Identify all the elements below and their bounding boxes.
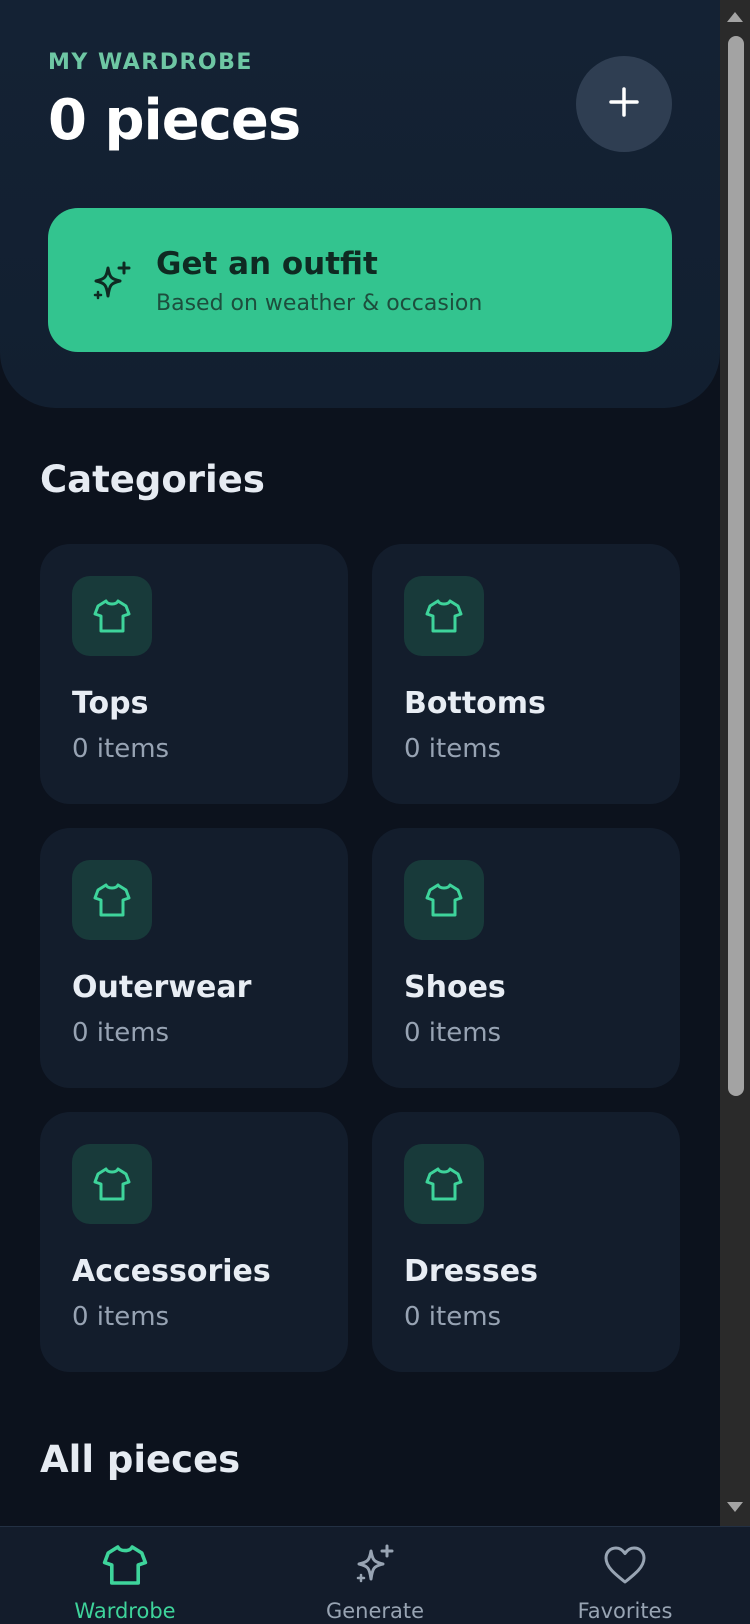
shirt-icon xyxy=(72,576,152,656)
categories-heading: Categories xyxy=(40,458,265,501)
add-piece-button[interactable] xyxy=(576,56,672,152)
scrollbar[interactable] xyxy=(720,0,750,1528)
plus-icon xyxy=(607,85,641,123)
category-count: 0 items xyxy=(404,1018,502,1048)
category-card-shoes[interactable]: Shoes 0 items xyxy=(372,828,680,1088)
category-count: 0 items xyxy=(404,1302,502,1332)
category-card-bottoms[interactable]: Bottoms 0 items xyxy=(372,544,680,804)
shirt-icon xyxy=(404,860,484,940)
category-card-outerwear[interactable]: Outerwear 0 items xyxy=(40,828,348,1088)
header-eyebrow: MY WARDROBE xyxy=(48,50,253,75)
category-count: 0 items xyxy=(404,734,502,764)
shirt-icon xyxy=(72,860,152,940)
app-screen: MY WARDROBE 0 pieces Get an outfit Based… xyxy=(0,0,720,1624)
wardrobe-header: MY WARDROBE 0 pieces Get an outfit Based… xyxy=(0,0,720,408)
scroll-up-arrow-icon[interactable] xyxy=(727,12,743,22)
sparkles-icon xyxy=(351,1541,399,1589)
shirt-icon xyxy=(404,576,484,656)
heart-icon xyxy=(601,1541,649,1589)
nav-label: Favorites xyxy=(577,1599,673,1623)
get-outfit-button[interactable]: Get an outfit Based on weather & occasio… xyxy=(48,208,672,352)
category-card-tops[interactable]: Tops 0 items xyxy=(40,544,348,804)
category-name: Shoes xyxy=(404,970,506,1005)
category-name: Bottoms xyxy=(404,686,546,721)
shirt-icon xyxy=(101,1541,149,1589)
category-name: Outerwear xyxy=(72,970,252,1005)
nav-item-favorites[interactable]: Favorites xyxy=(500,1527,750,1624)
cta-title: Get an outfit xyxy=(156,246,378,282)
category-count: 0 items xyxy=(72,734,170,764)
page-title: 0 pieces xyxy=(48,88,301,153)
bottom-navigation: Wardrobe Generate Favorites xyxy=(0,1526,750,1624)
cta-subtitle: Based on weather & occasion xyxy=(156,291,483,316)
category-name: Tops xyxy=(72,686,149,721)
category-card-accessories[interactable]: Accessories 0 items xyxy=(40,1112,348,1372)
category-count: 0 items xyxy=(72,1302,170,1332)
all-pieces-heading: All pieces xyxy=(40,1438,241,1481)
nav-label: Wardrobe xyxy=(74,1599,176,1623)
nav-item-wardrobe[interactable]: Wardrobe xyxy=(0,1527,250,1624)
scroll-down-arrow-icon[interactable] xyxy=(727,1502,743,1512)
nav-item-generate[interactable]: Generate xyxy=(250,1527,500,1624)
shirt-icon xyxy=(404,1144,484,1224)
sparkles-icon xyxy=(88,258,136,306)
scroll-thumb[interactable] xyxy=(728,36,744,1096)
nav-label: Generate xyxy=(325,1599,425,1623)
shirt-icon xyxy=(72,1144,152,1224)
category-count: 0 items xyxy=(72,1018,170,1048)
category-card-dresses[interactable]: Dresses 0 items xyxy=(372,1112,680,1372)
category-name: Accessories xyxy=(72,1254,271,1289)
category-name: Dresses xyxy=(404,1254,538,1289)
